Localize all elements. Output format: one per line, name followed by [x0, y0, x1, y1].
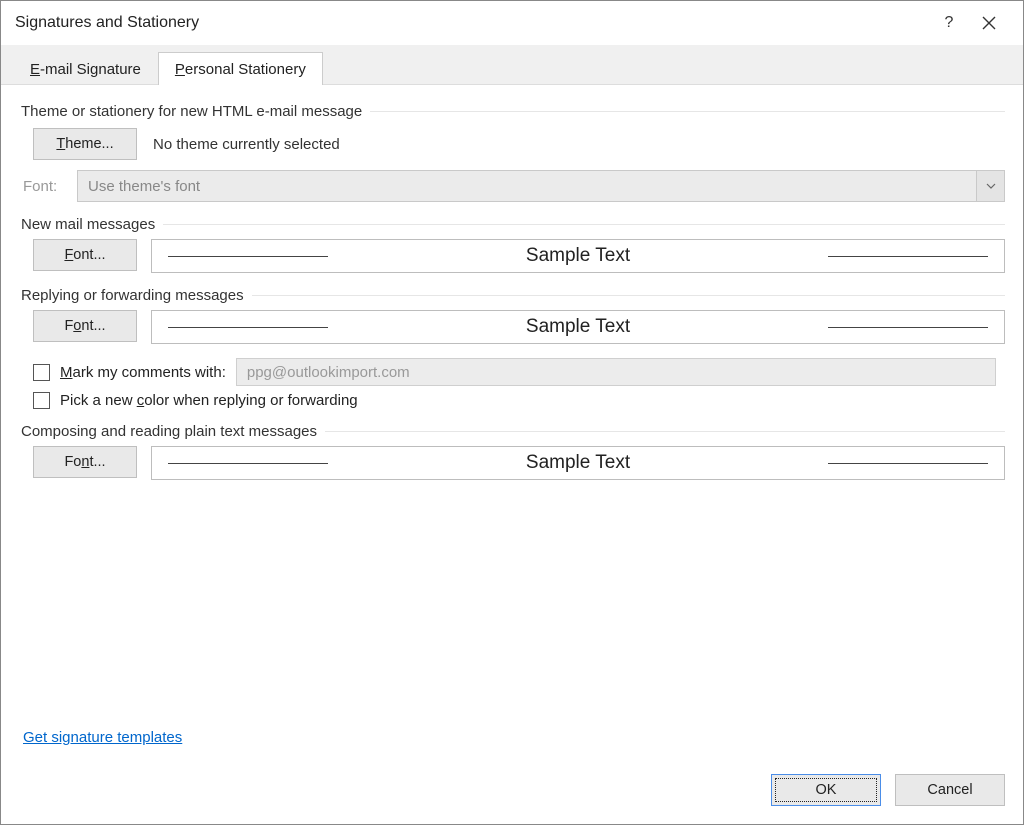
title-bar: Signatures and Stationery ? — [1, 1, 1023, 45]
sample-line — [828, 463, 988, 464]
mark-comments-label: Mark my comments with: — [60, 364, 226, 381]
section-new-mail-heading: New mail messages — [21, 216, 1005, 233]
close-icon — [982, 16, 996, 30]
signature-templates-link[interactable]: Get signature templates — [23, 729, 182, 746]
theme-font-combo[interactable]: Use theme's font — [77, 170, 1005, 202]
sample-line — [828, 256, 988, 257]
pick-color-checkbox[interactable] — [33, 392, 50, 409]
dialog-footer: OK Cancel — [771, 774, 1005, 806]
ok-button[interactable]: OK — [771, 774, 881, 806]
mark-comments-checkbox[interactable] — [33, 364, 50, 381]
reply-sample-text: Sample Text — [526, 316, 630, 338]
divider — [252, 295, 1005, 296]
mark-comments-input[interactable]: ppg@outlookimport.com — [236, 358, 996, 386]
cancel-button[interactable]: Cancel — [895, 774, 1005, 806]
tab-content: Theme or stationery for new HTML e-mail … — [1, 85, 1023, 480]
sample-line — [168, 256, 328, 257]
plain-sample: Sample Text — [151, 446, 1005, 480]
divider — [370, 111, 1005, 112]
section-plain-heading-text: Composing and reading plain text message… — [21, 423, 317, 440]
pick-color-label: Pick a new color when replying or forwar… — [60, 392, 358, 409]
close-button[interactable] — [969, 3, 1009, 43]
plain-sample-text: Sample Text — [526, 452, 630, 474]
tab-personal-stationery[interactable]: Personal Stationery — [158, 52, 323, 85]
new-mail-font-button[interactable]: Font... — [33, 239, 137, 271]
tab-email-signature[interactable]: E-mail Signature — [13, 52, 158, 85]
font-label: Font: — [23, 178, 67, 195]
sample-line — [828, 327, 988, 328]
chevron-down-icon — [976, 171, 1004, 201]
help-button[interactable]: ? — [929, 3, 969, 43]
sample-line — [168, 327, 328, 328]
divider — [325, 431, 1005, 432]
sample-line — [168, 463, 328, 464]
theme-font-combo-value: Use theme's font — [88, 178, 200, 195]
plain-font-button[interactable]: Font... — [33, 446, 137, 478]
divider — [163, 224, 1005, 225]
section-plain-heading: Composing and reading plain text message… — [21, 423, 1005, 440]
theme-status-text: No theme currently selected — [153, 136, 340, 153]
section-theme-heading-text: Theme or stationery for new HTML e-mail … — [21, 103, 362, 120]
section-new-mail-heading-text: New mail messages — [21, 216, 155, 233]
mark-comments-value: ppg@outlookimport.com — [247, 364, 410, 381]
window-title: Signatures and Stationery — [15, 14, 929, 32]
new-mail-sample: Sample Text — [151, 239, 1005, 273]
theme-button[interactable]: Theme... — [33, 128, 137, 160]
tab-strip: E-mail Signature Personal Stationery — [1, 45, 1023, 85]
section-reply-heading: Replying or forwarding messages — [21, 287, 1005, 304]
section-theme-heading: Theme or stationery for new HTML e-mail … — [21, 103, 1005, 120]
new-mail-sample-text: Sample Text — [526, 245, 630, 267]
section-reply-heading-text: Replying or forwarding messages — [21, 287, 244, 304]
reply-sample: Sample Text — [151, 310, 1005, 344]
reply-font-button[interactable]: Font... — [33, 310, 137, 342]
